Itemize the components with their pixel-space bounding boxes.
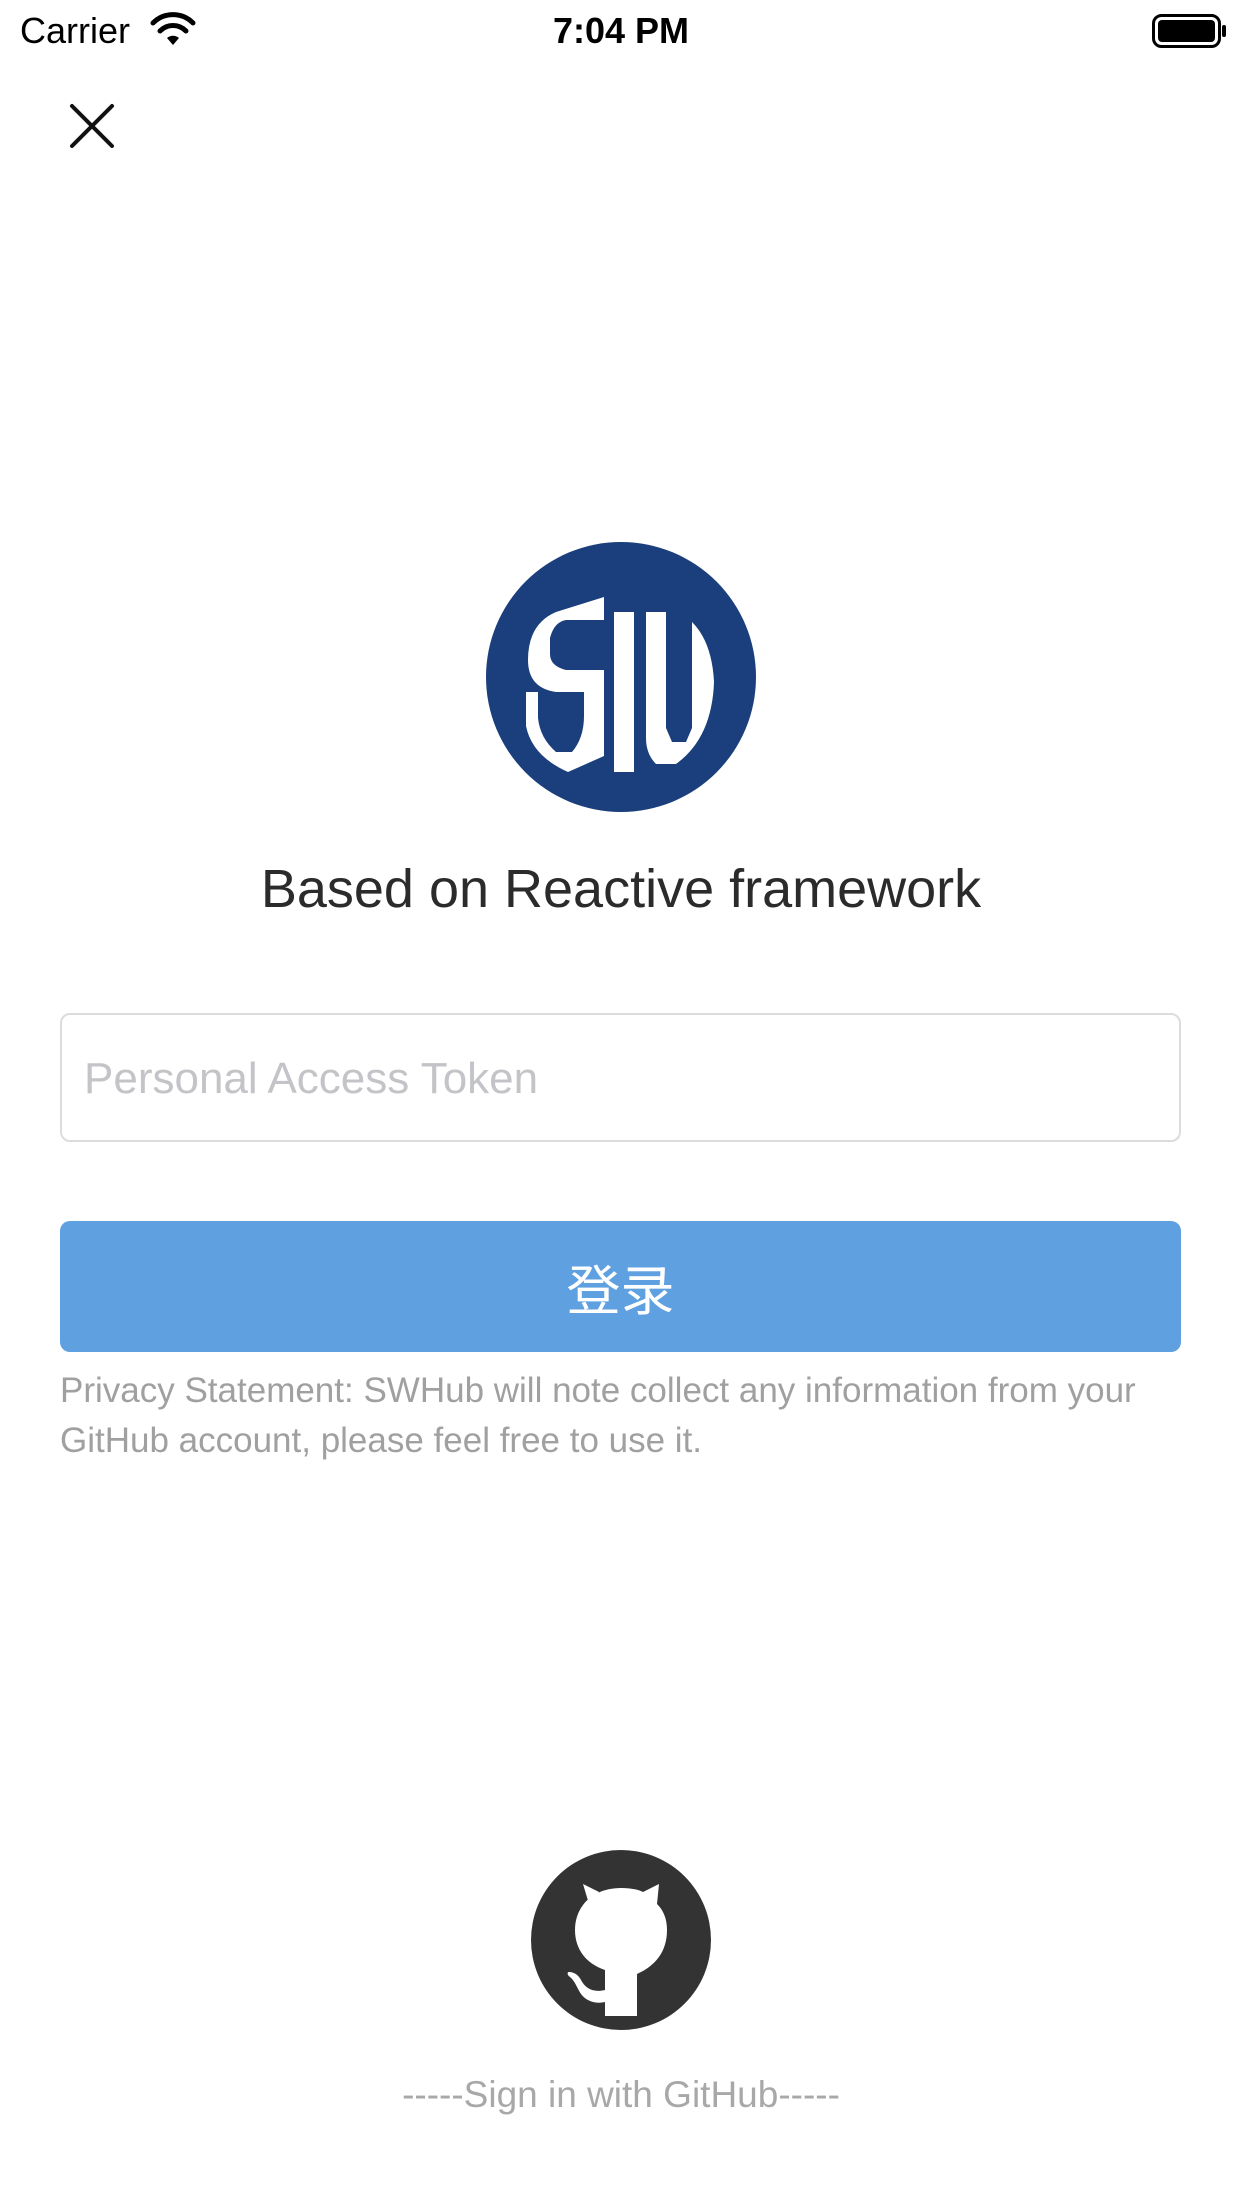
status-time: 7:04 PM [552, 10, 690, 51]
login-button-label: 登录 [566, 1262, 675, 1322]
github-icon[interactable] [531, 1850, 711, 2030]
tagline: Based on Reactive framework [260, 859, 982, 919]
login-button[interactable]: 登录 [60, 1221, 1181, 1352]
github-signin-label[interactable]: -----Sign in with GitHub----- [0, 2074, 1242, 2116]
token-input[interactable] [82, 1015, 1166, 1142]
privacy-statement: Privacy Statement: SWHub will note colle… [60, 1371, 1136, 1460]
battery-icon [1152, 14, 1226, 48]
status-bar: Carrier 7:04 PM [0, 0, 1242, 60]
login-screen: Carrier 7:04 PM Based on Reactive framew… [0, 0, 1242, 2208]
close-icon [70, 104, 114, 148]
close-button[interactable] [56, 90, 128, 162]
app-logo [486, 542, 756, 812]
token-field[interactable] [60, 1013, 1181, 1142]
